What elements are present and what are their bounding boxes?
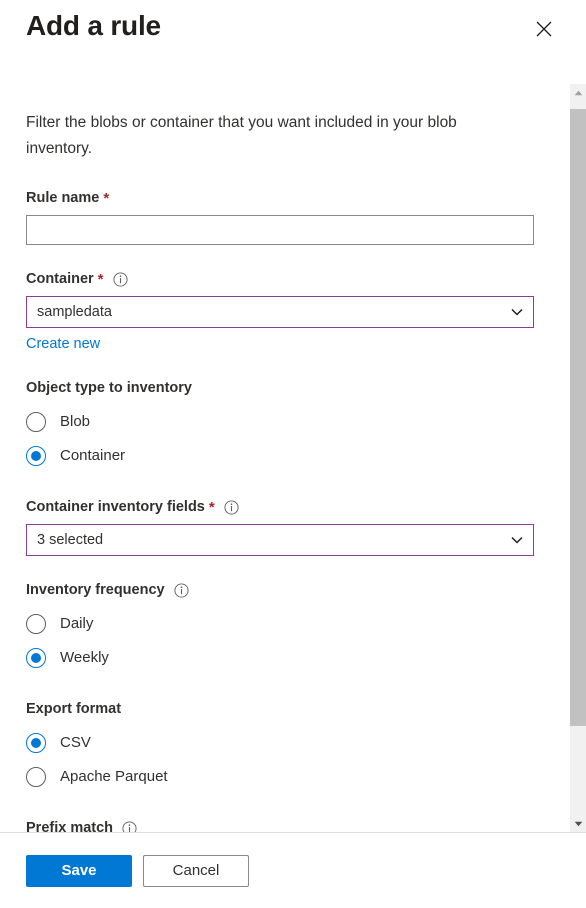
close-button[interactable] [528,13,560,45]
info-icon[interactable] [122,820,137,832]
frequency-label-text: Inventory frequency [26,582,165,598]
save-button[interactable]: Save [26,854,132,887]
field-inventory-frequency: Inventory frequency Daily Weekly [0,580,556,675]
radio-mark [26,412,46,432]
info-icon[interactable] [174,582,189,598]
scroll-up-arrow-icon [574,90,583,96]
scroll-region: Filter the blobs or container that you w… [0,84,586,832]
rule-name-label: Rule name * [26,188,530,208]
container-dropdown-value: sampledata [37,304,112,320]
close-icon [535,20,553,38]
chevron-down-icon [501,532,533,548]
radio-mark [26,446,46,466]
scrollbar-up-button[interactable] [570,84,586,101]
radio-label: Container [60,447,126,464]
scroll-down-arrow-icon [574,821,583,827]
required-asterisk: * [208,498,215,516]
vertical-scrollbar[interactable] [569,84,586,832]
field-container: Container * sampledata Create new [0,269,556,354]
radio-object-type-blob[interactable]: Blob [26,405,530,439]
required-asterisk: * [97,270,104,288]
form-content: Filter the blobs or container that you w… [0,84,556,832]
required-asterisk: * [103,189,110,207]
field-export-format: Export format CSV Apache Parquet [0,699,556,794]
panel-footer: Save Cancel [0,832,586,908]
export-format-label-text: Export format [26,701,122,717]
field-prefix-match: Prefix match [0,818,556,832]
add-rule-panel: Add a rule Filter the blobs or container… [0,0,586,908]
create-new-container-link[interactable]: Create new [26,334,100,354]
info-icon[interactable] [112,271,128,287]
field-inventory-fields: Container inventory fields * 3 selected [0,497,556,556]
inventory-fields-dropdown-value: 3 selected [37,532,104,548]
radio-label: Weekly [60,649,109,666]
object-type-radio-group: Blob Container [26,405,530,473]
intro-description: Filter the blobs or container that you w… [26,114,457,157]
panel-header: Add a rule [0,0,586,84]
object-type-label: Object type to inventory [26,378,530,398]
export-format-radio-group: CSV Apache Parquet [26,726,530,794]
field-object-type: Object type to inventory Blob Container [0,378,556,473]
object-type-label-text: Object type to inventory [26,380,192,396]
radio-mark [26,614,46,634]
export-format-label: Export format [26,699,530,719]
inventory-fields-label-text: Container inventory fields [26,499,205,515]
radio-frequency-weekly[interactable]: Weekly [26,641,530,675]
radio-export-csv[interactable]: CSV [26,726,530,760]
radio-frequency-daily[interactable]: Daily [26,607,530,641]
page-title: Add a rule [26,10,161,41]
radio-mark [26,733,46,753]
prefix-match-label-text: Prefix match [26,820,114,832]
radio-label: Apache Parquet [60,768,168,785]
radio-object-type-container[interactable]: Container [26,439,530,473]
radio-label: CSV [60,734,91,751]
container-label: Container * [26,269,530,289]
cancel-button[interactable]: Cancel [143,854,249,887]
info-icon[interactable] [224,499,239,515]
frequency-label: Inventory frequency [26,580,530,600]
rule-name-input[interactable] [26,215,534,245]
radio-mark [26,767,46,787]
radio-mark [26,648,46,668]
container-dropdown[interactable]: sampledata [26,296,534,328]
frequency-radio-group: Daily Weekly [26,607,530,675]
scrollbar-thumb[interactable] [570,109,586,726]
radio-export-apache-parquet[interactable]: Apache Parquet [26,760,530,794]
inventory-fields-dropdown[interactable]: 3 selected [26,524,534,556]
radio-label: Daily [60,615,94,632]
prefix-match-label: Prefix match [26,818,530,832]
field-rule-name: Rule name * [0,188,556,245]
chevron-down-icon [501,304,533,320]
scrollbar-down-button[interactable] [570,815,586,832]
container-label-text: Container [26,271,94,287]
rule-name-label-text: Rule name [26,190,100,206]
inventory-fields-label: Container inventory fields * [26,497,530,517]
radio-label: Blob [60,413,91,430]
